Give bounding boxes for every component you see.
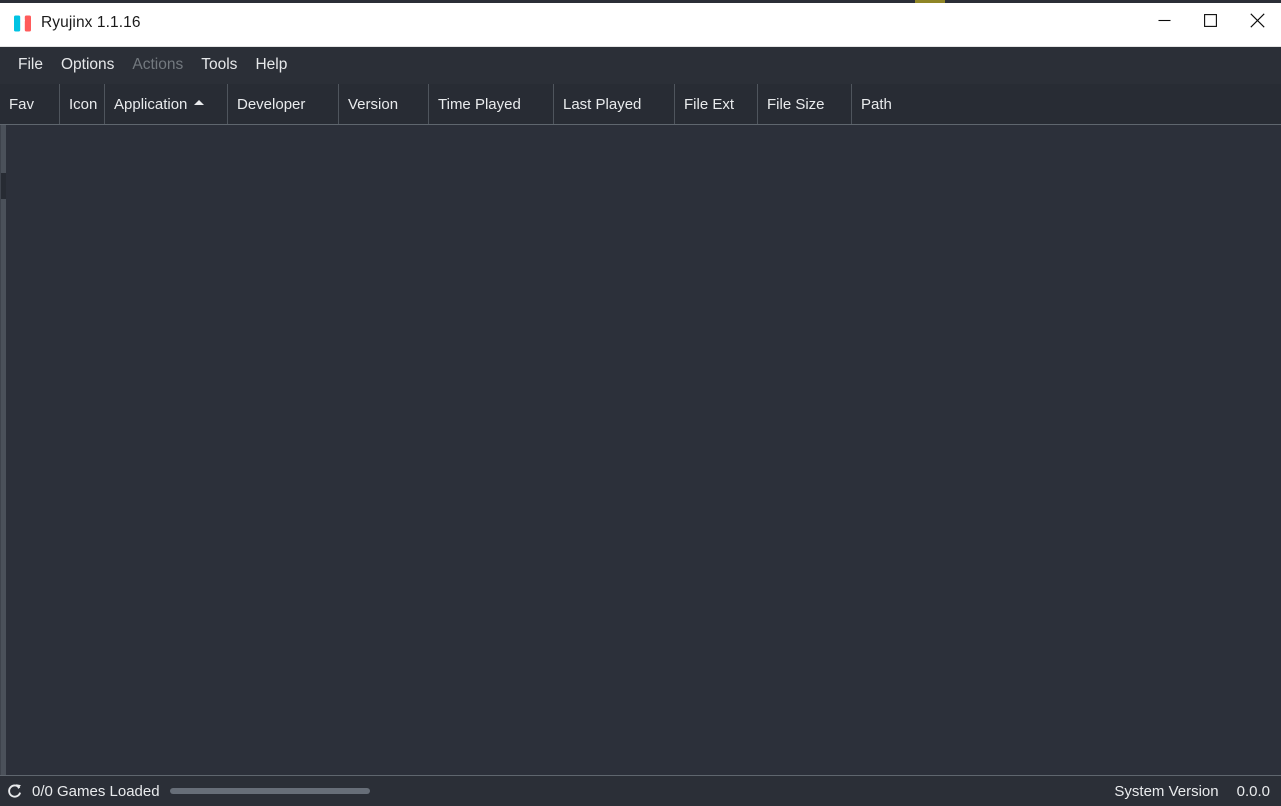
window-title: Ryujinx 1.1.16: [41, 14, 141, 31]
column-header-time-played[interactable]: Time Played: [429, 84, 554, 124]
column-header-version[interactable]: Version: [339, 84, 429, 124]
column-label-file-ext: File Ext: [684, 95, 735, 113]
game-list-header: Fav Icon Application Developer Version T…: [0, 84, 1281, 125]
column-label-file-size: File Size: [767, 95, 825, 113]
column-label-time-played: Time Played: [438, 95, 521, 113]
menu-item-help[interactable]: Help: [246, 54, 296, 77]
maximize-button[interactable]: [1187, 0, 1233, 46]
menu-item-actions: Actions: [132, 56, 184, 74]
menu-item-tools[interactable]: Tools: [192, 54, 246, 77]
column-label-last-played: Last Played: [563, 95, 642, 113]
switch-joycon-icon: [13, 14, 32, 33]
column-header-application[interactable]: Application: [105, 84, 228, 124]
window-top-edge: [0, 0, 1281, 3]
column-header-file-ext[interactable]: File Ext: [675, 84, 758, 124]
minimize-icon: [1158, 14, 1171, 32]
system-version-label: System Version: [1114, 782, 1219, 800]
column-label-developer: Developer: [237, 95, 306, 113]
games-loaded-label: 0/0 Games Loaded: [32, 782, 160, 800]
column-header-path[interactable]: Path: [852, 84, 1281, 124]
maximize-icon: [1203, 14, 1217, 32]
column-label-application: Application: [114, 95, 188, 113]
title-bar-left: Ryujinx 1.1.16: [0, 0, 141, 46]
vertical-scrollbar-thumb[interactable]: [1, 173, 6, 199]
column-label-fav: Fav: [9, 95, 35, 113]
game-list[interactable]: [0, 125, 1281, 775]
system-version-value: 0.0.0: [1236, 782, 1270, 800]
column-header-icon[interactable]: Icon: [60, 84, 105, 124]
menu-item-file[interactable]: File: [9, 54, 52, 77]
title-bar[interactable]: Ryujinx 1.1.16: [0, 0, 1281, 47]
close-icon: [1249, 13, 1265, 33]
status-bar: 0/0 Games Loaded System Version 0.0.0: [0, 775, 1281, 806]
column-header-fav[interactable]: Fav: [0, 84, 60, 124]
load-progress-bar: [169, 788, 370, 794]
menu-item-options[interactable]: Options: [52, 54, 123, 77]
column-header-last-played[interactable]: Last Played: [554, 84, 675, 124]
close-button[interactable]: [1233, 0, 1281, 46]
column-header-developer[interactable]: Developer: [228, 84, 339, 124]
vertical-scrollbar[interactable]: [1, 125, 6, 775]
column-label-path: Path: [861, 95, 892, 113]
column-label-version: Version: [348, 95, 399, 113]
column-header-file-size[interactable]: File Size: [758, 84, 852, 124]
menu-bar: File Options Actions Tools Help: [0, 47, 1281, 84]
minimize-button[interactable]: [1141, 0, 1187, 46]
column-label-icon: Icon: [69, 95, 98, 113]
ryujinx-window: Ryujinx 1.1.16 File Options Actions Tool…: [0, 0, 1281, 806]
sort-ascending-icon: [194, 100, 205, 105]
refresh-icon[interactable]: [6, 783, 23, 800]
render-artifact: [915, 0, 945, 3]
window-controls: [1141, 0, 1281, 46]
